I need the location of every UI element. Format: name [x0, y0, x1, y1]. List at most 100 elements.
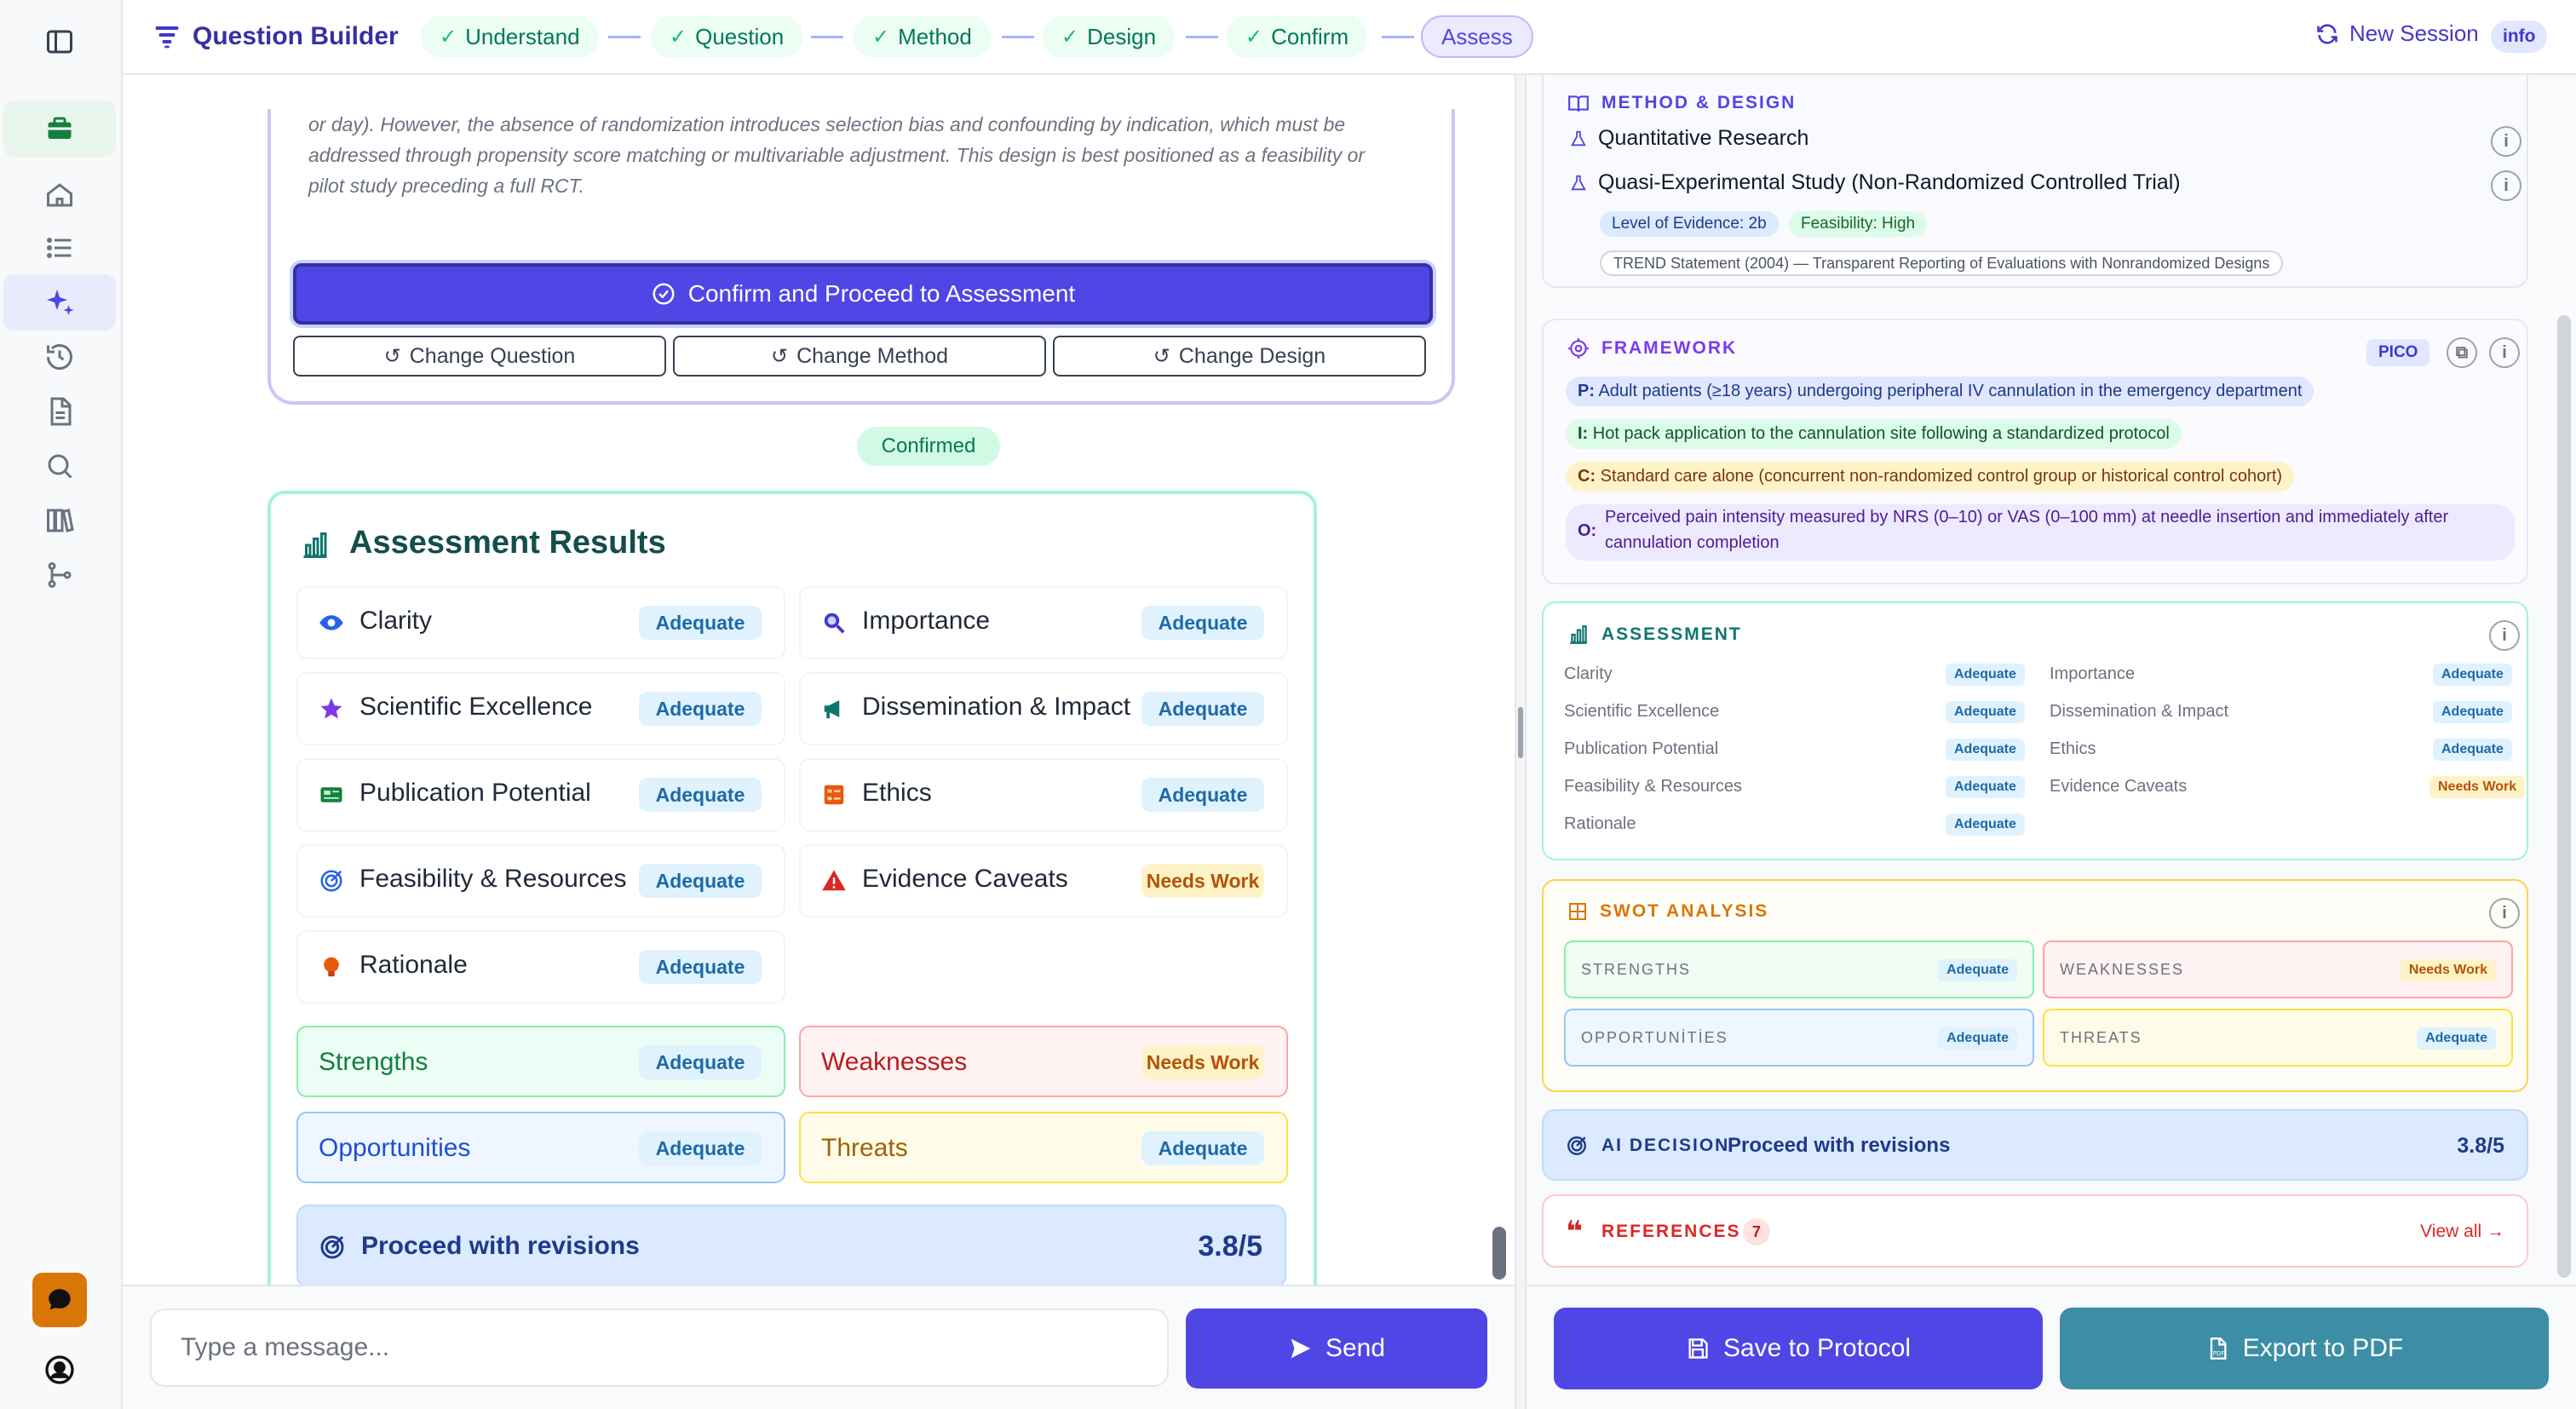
pico-text: Perceived pain intensity measured by NRS… — [1605, 508, 2449, 526]
step-question[interactable]: ✓ Question — [651, 15, 803, 58]
save-label: Save to Protocol — [1722, 1334, 1912, 1362]
pico-comparison: C: Standard care alone (concurrent non-r… — [1566, 462, 2295, 492]
info-icon[interactable]: i — [2491, 170, 2521, 201]
assess-label: Ethics — [2050, 739, 2096, 758]
info-icon[interactable]: i — [2489, 620, 2520, 651]
megaphone-icon — [824, 700, 840, 719]
design-name: Quasi-Experimental Study (Non-Randomized… — [1598, 170, 2181, 194]
confirmed-badge: Confirmed — [857, 427, 1000, 466]
message-input[interactable]: Type a message... — [150, 1308, 1169, 1387]
check-icon: ✓ — [440, 25, 457, 49]
item-label: Publication Potential — [359, 779, 591, 807]
branch-icon[interactable] — [3, 547, 116, 603]
info-icon[interactable]: i — [2489, 337, 2520, 368]
divider-grip[interactable] — [1518, 707, 1523, 758]
pico-text: cannulation completion — [1605, 533, 1780, 552]
item-label: Ethics — [862, 779, 932, 807]
sidebar — [0, 0, 123, 1409]
swot-weaknesses: Weaknesses Needs Work — [799, 1026, 1288, 1097]
clipboard-icon — [824, 785, 844, 805]
view-all-link[interactable]: View all → — [2420, 1222, 2504, 1242]
assessment-title: Assessment Results — [349, 525, 666, 561]
pico-key: I: — [1578, 424, 1589, 443]
summary-scrollbar[interactable] — [2557, 315, 2571, 1278]
step-label: Question — [695, 23, 785, 49]
save-to-protocol-button[interactable]: Save to Protocol — [1554, 1308, 2043, 1389]
references-count: 7 — [1743, 1218, 1770, 1245]
status-badge: Adequate — [639, 692, 762, 726]
change-design-button[interactable]: ↺ Change Design — [1053, 336, 1426, 377]
info-icon[interactable]: i — [2489, 898, 2520, 929]
history-icon[interactable] — [3, 329, 116, 385]
assess-label: Dissemination & Impact — [2050, 702, 2229, 721]
status-badge: Adequate — [639, 1045, 762, 1079]
library-icon[interactable] — [3, 492, 116, 549]
status-badge: Adequate — [1141, 778, 1264, 812]
target-icon — [320, 870, 342, 892]
framework-card: FRAMEWORK PICO ⧉ i P: Adult patients (≥1… — [1542, 319, 2528, 584]
status-badge: Adequate — [1946, 664, 2025, 686]
step-assess[interactable]: Assess — [1421, 15, 1533, 58]
document-icon[interactable] — [3, 383, 116, 440]
book-icon — [1568, 95, 1589, 112]
assessment-item-dissemination: Dissemination & Impact Adequate — [801, 674, 1286, 744]
pico-key: P: — [1578, 382, 1595, 400]
status-badge: Adequate — [1946, 739, 2025, 761]
status-badge: Adequate — [639, 1131, 762, 1165]
evidence-level-badge: Level of Evidence: 2b — [1600, 211, 1779, 237]
send-button[interactable]: Send — [1186, 1308, 1487, 1389]
home-icon[interactable] — [3, 167, 116, 223]
step-design[interactable]: ✓ Design — [1043, 15, 1176, 58]
newspaper-icon — [320, 787, 342, 802]
assessment-item-publication: Publication Potential Adequate — [298, 760, 784, 830]
svg-text:PDF: PDF — [2213, 1350, 2225, 1357]
references-card: ❝ REFERENCES 7 View all → — [1542, 1194, 2528, 1268]
step-understand[interactable]: ✓ Understand — [421, 15, 599, 58]
assessment-item-feasibility: Feasibility & Resources Adequate — [298, 846, 784, 916]
heading-text: ASSESSMENT — [1601, 624, 1742, 644]
check-icon: ✓ — [1245, 25, 1263, 49]
ai-decision-score: 3.8/5 — [2457, 1134, 2504, 1158]
search-icon[interactable] — [3, 438, 116, 494]
new-session-button[interactable]: New Session — [2315, 20, 2479, 47]
export-label: Export to PDF — [2242, 1334, 2404, 1362]
design-rationale-line: addressed through propensity score match… — [308, 144, 1366, 166]
briefcase-icon[interactable] — [3, 101, 116, 157]
framework-type-badge: PICO — [2366, 339, 2430, 366]
export-pdf-button[interactable]: PDF Export to PDF — [2060, 1308, 2549, 1389]
item-label: Feasibility & Resources — [359, 865, 627, 893]
step-method[interactable]: ✓ Method — [854, 15, 991, 58]
assess-label: Feasibility & Resources — [1564, 777, 1742, 796]
info-icon[interactable]: i — [2491, 126, 2521, 157]
info-badge[interactable]: info — [2491, 20, 2548, 53]
panel-toggle-icon[interactable] — [3, 14, 116, 70]
magnifier-icon — [824, 612, 845, 634]
funnel-icon — [155, 26, 179, 49]
change-question-button[interactable]: ↺ Change Question — [293, 336, 666, 377]
user-avatar-icon[interactable] — [44, 1354, 75, 1385]
status-badge: Adequate — [1946, 814, 2025, 836]
swot-threats: Threats Adequate — [799, 1112, 1288, 1183]
decision-score: 3.8/5 — [1198, 1230, 1262, 1262]
grid-icon — [1569, 903, 1586, 920]
step-confirm[interactable]: ✓ Confirm — [1227, 15, 1368, 58]
confirm-proceed-button[interactable]: Confirm and Proceed to Assessment — [293, 263, 1433, 325]
undo-icon: ↺ — [383, 344, 401, 368]
assessment-item-scientific-excellence: Scientific Excellence Adequate — [298, 674, 784, 744]
chat-scrollbar[interactable] — [1492, 1227, 1506, 1280]
item-label: Dissemination & Impact — [862, 693, 1131, 721]
status-badge: Adequate — [1938, 1027, 2017, 1050]
change-method-button[interactable]: ↺ Change Method — [673, 336, 1046, 377]
step-connector — [811, 36, 843, 38]
copy-icon[interactable]: ⧉ — [2447, 337, 2477, 368]
chat-bubble-icon[interactable] — [32, 1273, 87, 1327]
send-icon — [1291, 1338, 1311, 1359]
assessment-item-ethics: Ethics Adequate — [801, 760, 1286, 830]
warning-icon — [822, 870, 846, 891]
sparkle-icon[interactable] — [3, 274, 116, 331]
summary-panel: METHOD & DESIGN Quantitative Research i … — [1527, 75, 2576, 1285]
pico-text: Adult patients (≥18 years) undergoing pe… — [1598, 382, 2303, 400]
list-icon[interactable] — [3, 220, 116, 276]
change-method-label: Change Method — [796, 343, 948, 368]
step-connector — [1002, 36, 1034, 38]
